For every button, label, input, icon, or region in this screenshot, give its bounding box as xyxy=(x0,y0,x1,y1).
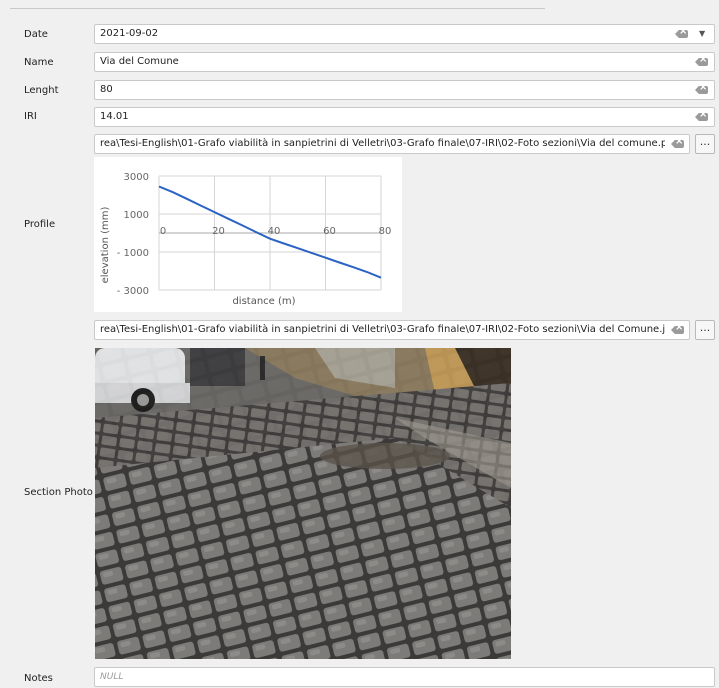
name-field[interactable]: Via del Comune xyxy=(94,52,715,72)
section-photo-path-value: rea\Tesi-English\01-Grafo viabilità in s… xyxy=(100,324,665,335)
profile-label: Profile xyxy=(24,219,56,230)
chevron-down-icon[interactable]: ▼ xyxy=(699,29,705,38)
profile-chart-svg: 0 20 40 60 80 3000 1000 - 1000 - 3000 elevation … xyxy=(100,172,392,307)
section-photo-image xyxy=(95,348,511,659)
section-photo-path-field[interactable]: rea\Tesi-English\01-Grafo viabilità in s… xyxy=(94,320,690,340)
notes-value: NULL xyxy=(100,672,124,682)
x-tick-label: 20 xyxy=(212,226,225,237)
clear-icon[interactable] xyxy=(695,58,708,66)
profile-path-field[interactable]: rea\Tesi-English\01-Grafo viabilità in s… xyxy=(94,134,690,154)
profile-browse-button[interactable]: ... xyxy=(695,134,715,154)
y-tick-label: 3000 xyxy=(124,172,149,183)
y-tick-label: - 1000 xyxy=(117,248,149,259)
x-tick-label: 60 xyxy=(323,226,336,237)
clear-icon[interactable] xyxy=(695,86,708,94)
y-tick-label: - 3000 xyxy=(117,286,149,297)
clear-icon[interactable] xyxy=(671,140,684,148)
y-tick-label: 1000 xyxy=(124,210,149,221)
profile-chart: 0 20 40 60 80 3000 1000 - 1000 - 3000 elevation … xyxy=(94,157,402,312)
clear-icon[interactable] xyxy=(695,113,708,121)
date-label: Date xyxy=(24,29,48,40)
x-tick-label: 40 xyxy=(268,226,281,237)
length-field[interactable]: 80 xyxy=(94,80,715,100)
section-photo-browse-button[interactable]: ... xyxy=(695,320,715,340)
date-value: 2021-09-02 xyxy=(100,28,159,39)
date-field[interactable]: 2021-09-02 ▼ xyxy=(94,24,715,44)
clear-icon[interactable] xyxy=(671,326,684,334)
iri-field[interactable]: 14.01 xyxy=(94,107,715,127)
iri-label: IRI xyxy=(24,111,37,122)
x-axis-label: distance (m) xyxy=(232,296,295,307)
top-divider xyxy=(10,8,545,9)
notes-field[interactable]: NULL xyxy=(94,667,715,687)
y-axis-label: elevation (mm) xyxy=(100,207,111,284)
name-value: Via del Comune xyxy=(100,56,179,67)
x-tick-label: 80 xyxy=(379,226,392,237)
section-photo-label: Section Photo xyxy=(24,487,93,498)
name-label: Name xyxy=(24,57,54,68)
length-label: Lenght xyxy=(24,85,59,96)
section-photo xyxy=(95,348,511,659)
length-value: 80 xyxy=(100,84,113,95)
notes-label: Notes xyxy=(24,673,53,684)
iri-value: 14.01 xyxy=(100,111,129,122)
profile-path-value: rea\Tesi-English\01-Grafo viabilità in s… xyxy=(100,138,665,149)
x-tick-label: 0 xyxy=(160,226,166,237)
